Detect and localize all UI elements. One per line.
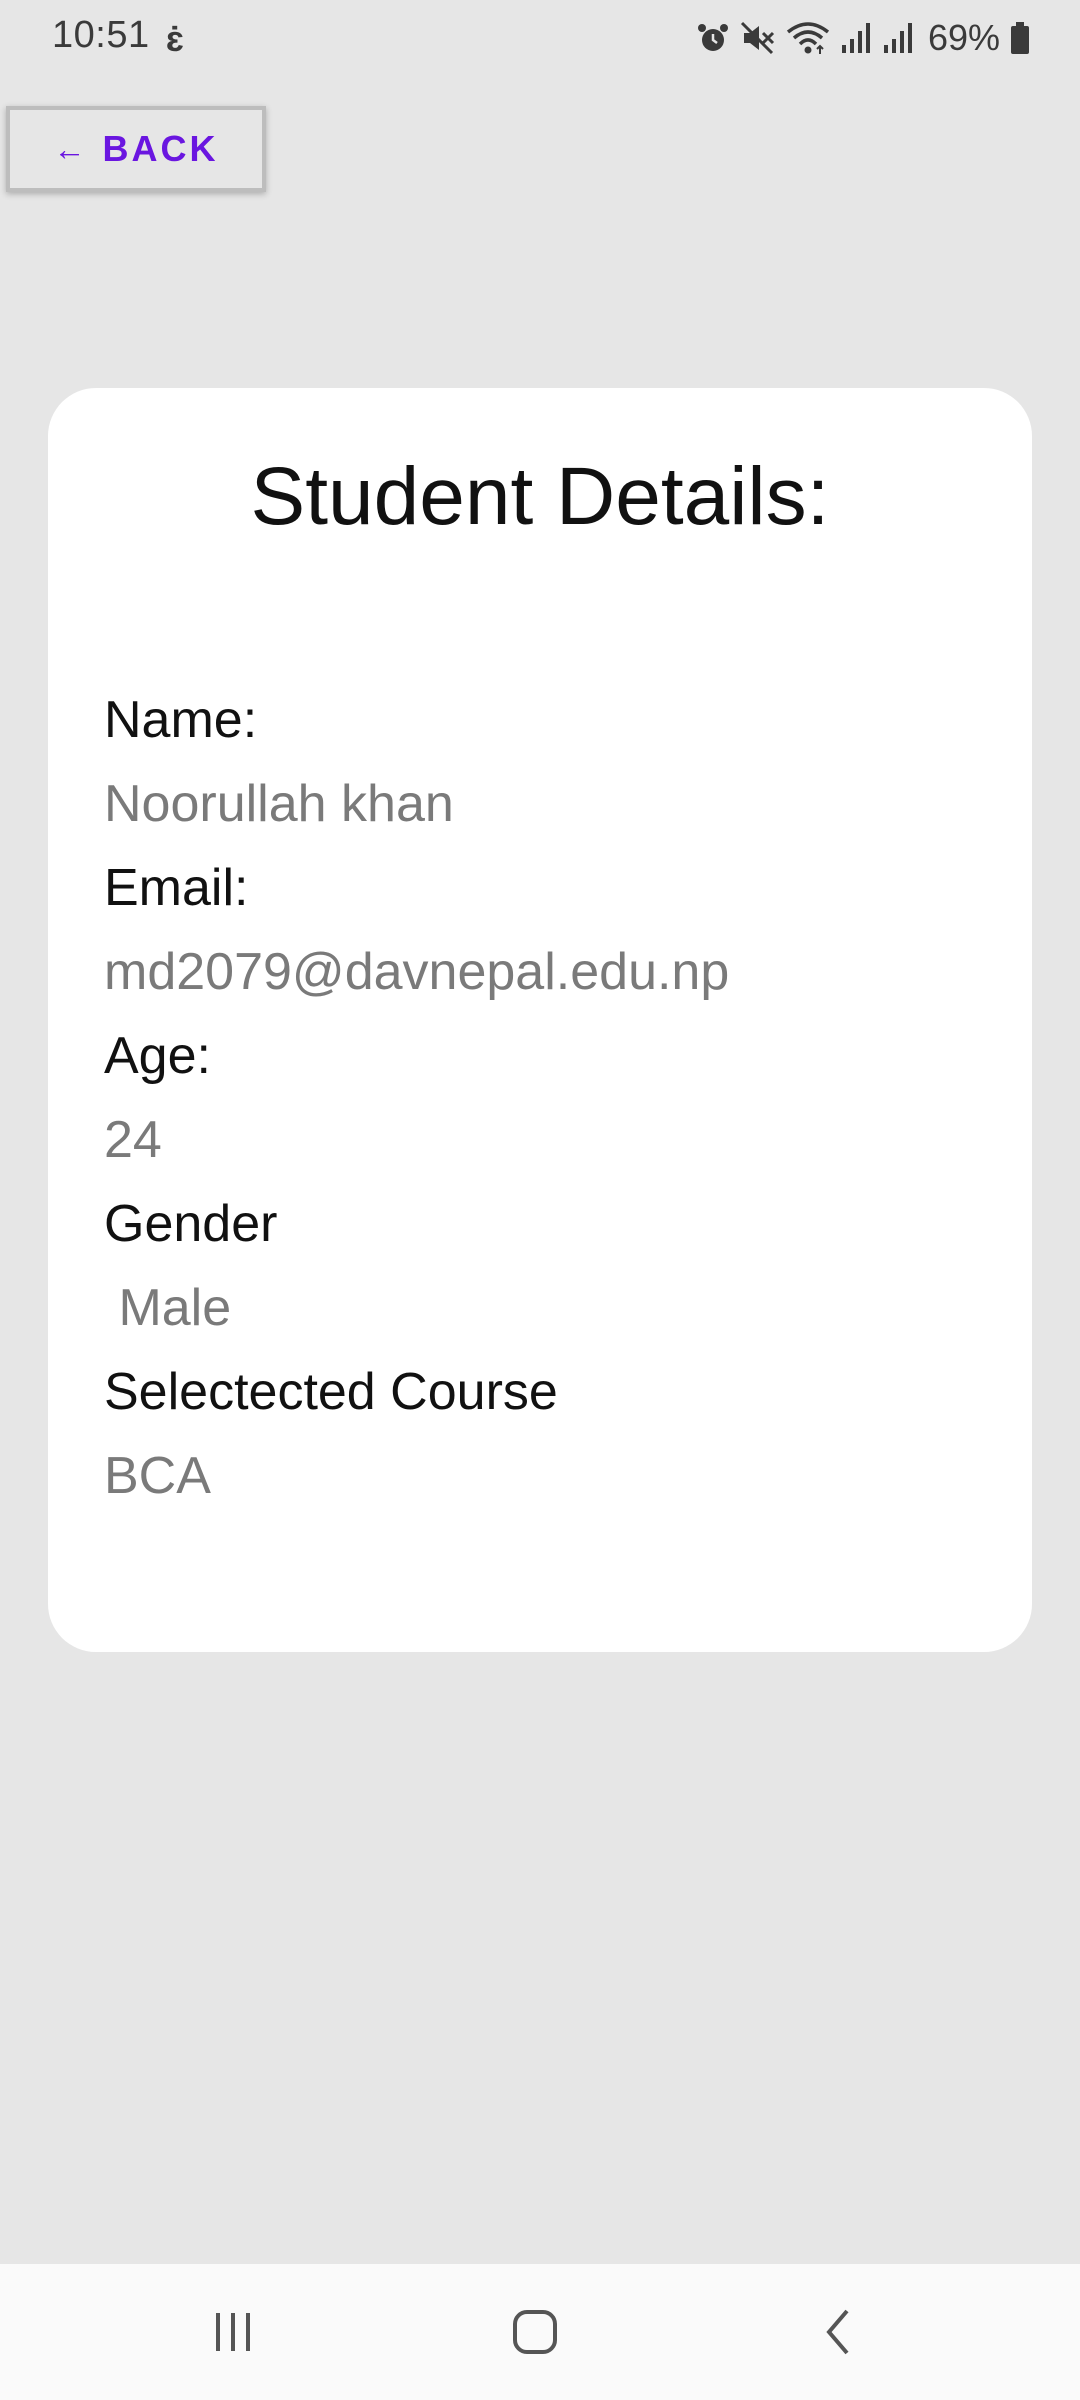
home-icon [513,2310,557,2354]
age-value: 24 [104,1111,162,1169]
status-icons: 69% [696,16,1030,60]
app-notification-icon: ɛ̇ [166,18,184,59]
back-icon [826,2309,849,2355]
left-arrow-icon: ← [53,130,89,167]
email-label: Email: [104,859,249,917]
recent-apps-button[interactable] [193,2294,273,2370]
battery-percent: 69% [927,17,1000,58]
system-nav-bar [0,2264,1080,2400]
course-label: Selectected Course [104,1363,558,1421]
card-title: Student Details: [250,451,830,542]
signal-icon [883,23,912,53]
student-details-card: Student Details: Name: Noorullah khan Em… [48,388,1032,1652]
status-bar: 10:51 ɛ̇ 69% [0,0,1080,76]
nav-back-button[interactable] [799,2294,879,2370]
signal-icon [841,23,870,53]
recent-apps-icon [216,2313,250,2351]
gender-label: Gender [104,1195,278,1253]
name-value: Noorullah khan [104,775,454,833]
battery-icon [1011,22,1029,54]
course-value: BCA [104,1447,211,1505]
alarm-icon [697,24,728,51]
home-button[interactable] [495,2294,575,2370]
name-label: Name: [104,691,258,749]
back-button-label: BACK [102,128,219,169]
age-label: Age: [104,1027,211,1085]
mute-icon [740,21,774,55]
back-button[interactable]: ← BACK [6,106,266,192]
wifi-icon [786,22,830,54]
gender-value: Male [104,1279,232,1337]
status-time: 10:51 [52,14,150,56]
email-value: md2079@davnepal.edu.np [104,943,730,1001]
